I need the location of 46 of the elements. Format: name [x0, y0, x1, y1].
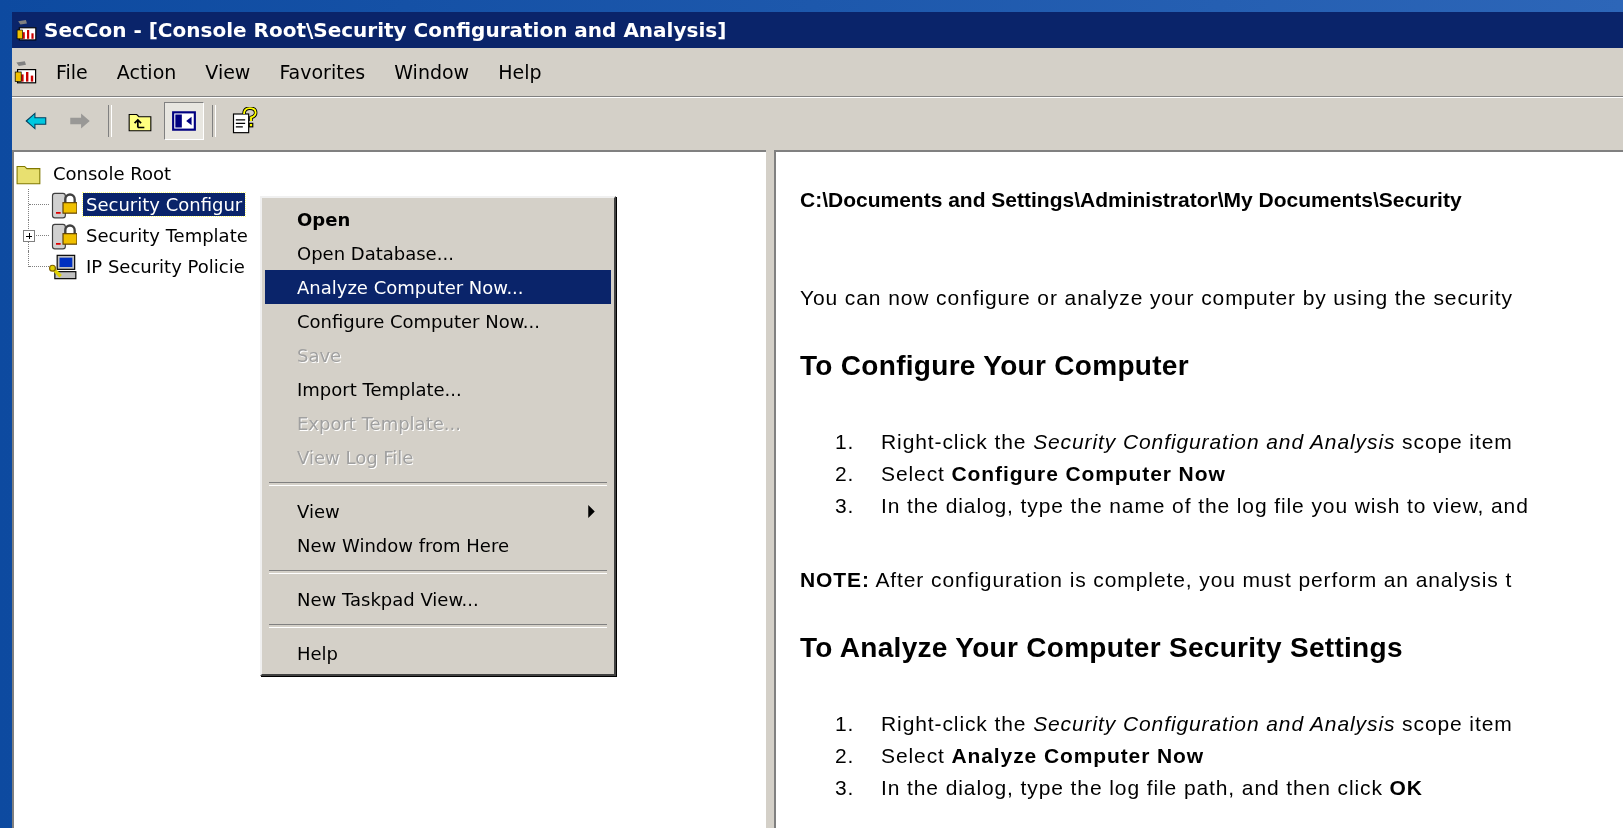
- step-number: 1.: [834, 430, 856, 454]
- step-number: 2.: [834, 744, 856, 768]
- pane-toggle-icon: [170, 108, 198, 134]
- menu-item[interactable]: Favorites: [269, 57, 376, 87]
- step-text: Right-click the Security Configuration and Analysis scope item: [881, 430, 1513, 454]
- window-title: SecCon - [Console Root\Security Configuration and Analysis]: [44, 18, 727, 42]
- menu-item[interactable]: Open: [265, 202, 611, 236]
- menu-item[interactable]: Help: [488, 57, 552, 87]
- tree-item[interactable]: Security Template: [83, 224, 251, 247]
- step-text: Select Configure Computer Now: [881, 462, 1226, 486]
- menu-item[interactable]: View: [195, 57, 261, 87]
- tree-item[interactable]: Console Root: [50, 162, 174, 185]
- lock-server-icon: [49, 221, 77, 250]
- menu-item[interactable]: Help: [265, 636, 611, 670]
- menu-item[interactable]: Configure Computer Now...: [265, 304, 611, 338]
- tree-item[interactable]: Security Configur: [83, 193, 246, 216]
- menu-item[interactable]: View: [265, 494, 611, 528]
- lock-server-icon: [49, 190, 77, 219]
- step-number: 2.: [834, 462, 856, 486]
- section-heading: To Analyze Your Computer Security Settings: [800, 632, 1404, 664]
- app-icon[interactable]: [14, 60, 38, 84]
- menu-item[interactable]: Analyze Computer Now...: [265, 270, 611, 304]
- menu-item[interactable]: New Taskpad View...: [265, 582, 611, 616]
- menu-item[interactable]: Open Database...: [265, 236, 611, 270]
- show-tree-button[interactable]: [164, 102, 204, 140]
- expand-icon[interactable]: [23, 230, 35, 242]
- step-number: 1.: [834, 712, 856, 736]
- step-text: In the dialog, type the log file path, and then click OK: [881, 776, 1423, 800]
- step-number: 3.: [834, 776, 856, 800]
- menu-item[interactable]: New Window from Here: [265, 528, 611, 562]
- help-icon: [230, 107, 258, 135]
- step-text: Right-click the Security Configuration and Analysis scope item: [881, 712, 1513, 736]
- step-text: Select Analyze Computer Now: [881, 744, 1205, 768]
- menu-item[interactable]: Window: [384, 57, 480, 87]
- intro-text: You can now configure or analyze your computer by using the security: [800, 286, 1514, 310]
- menu-item[interactable]: File: [46, 57, 98, 87]
- step-number: 3.: [834, 494, 856, 518]
- computer-key-icon: [49, 252, 77, 281]
- step-text: In the dialog, type the name of the log file you wish to view, and: [881, 494, 1529, 518]
- app-icon: [16, 19, 38, 41]
- tree-item[interactable]: IP Security Policie: [83, 255, 248, 278]
- file-path: C:\Documents and Settings\Administrator\My Documents\Security: [800, 187, 1463, 212]
- note-text: NOTE: After configuration is complete, you must perform an analysis t: [800, 568, 1514, 592]
- section-heading: To Configure Your Computer: [800, 350, 1190, 382]
- menu-item[interactable]: Action: [106, 57, 187, 87]
- menu-item[interactable]: Import Template...: [265, 372, 611, 406]
